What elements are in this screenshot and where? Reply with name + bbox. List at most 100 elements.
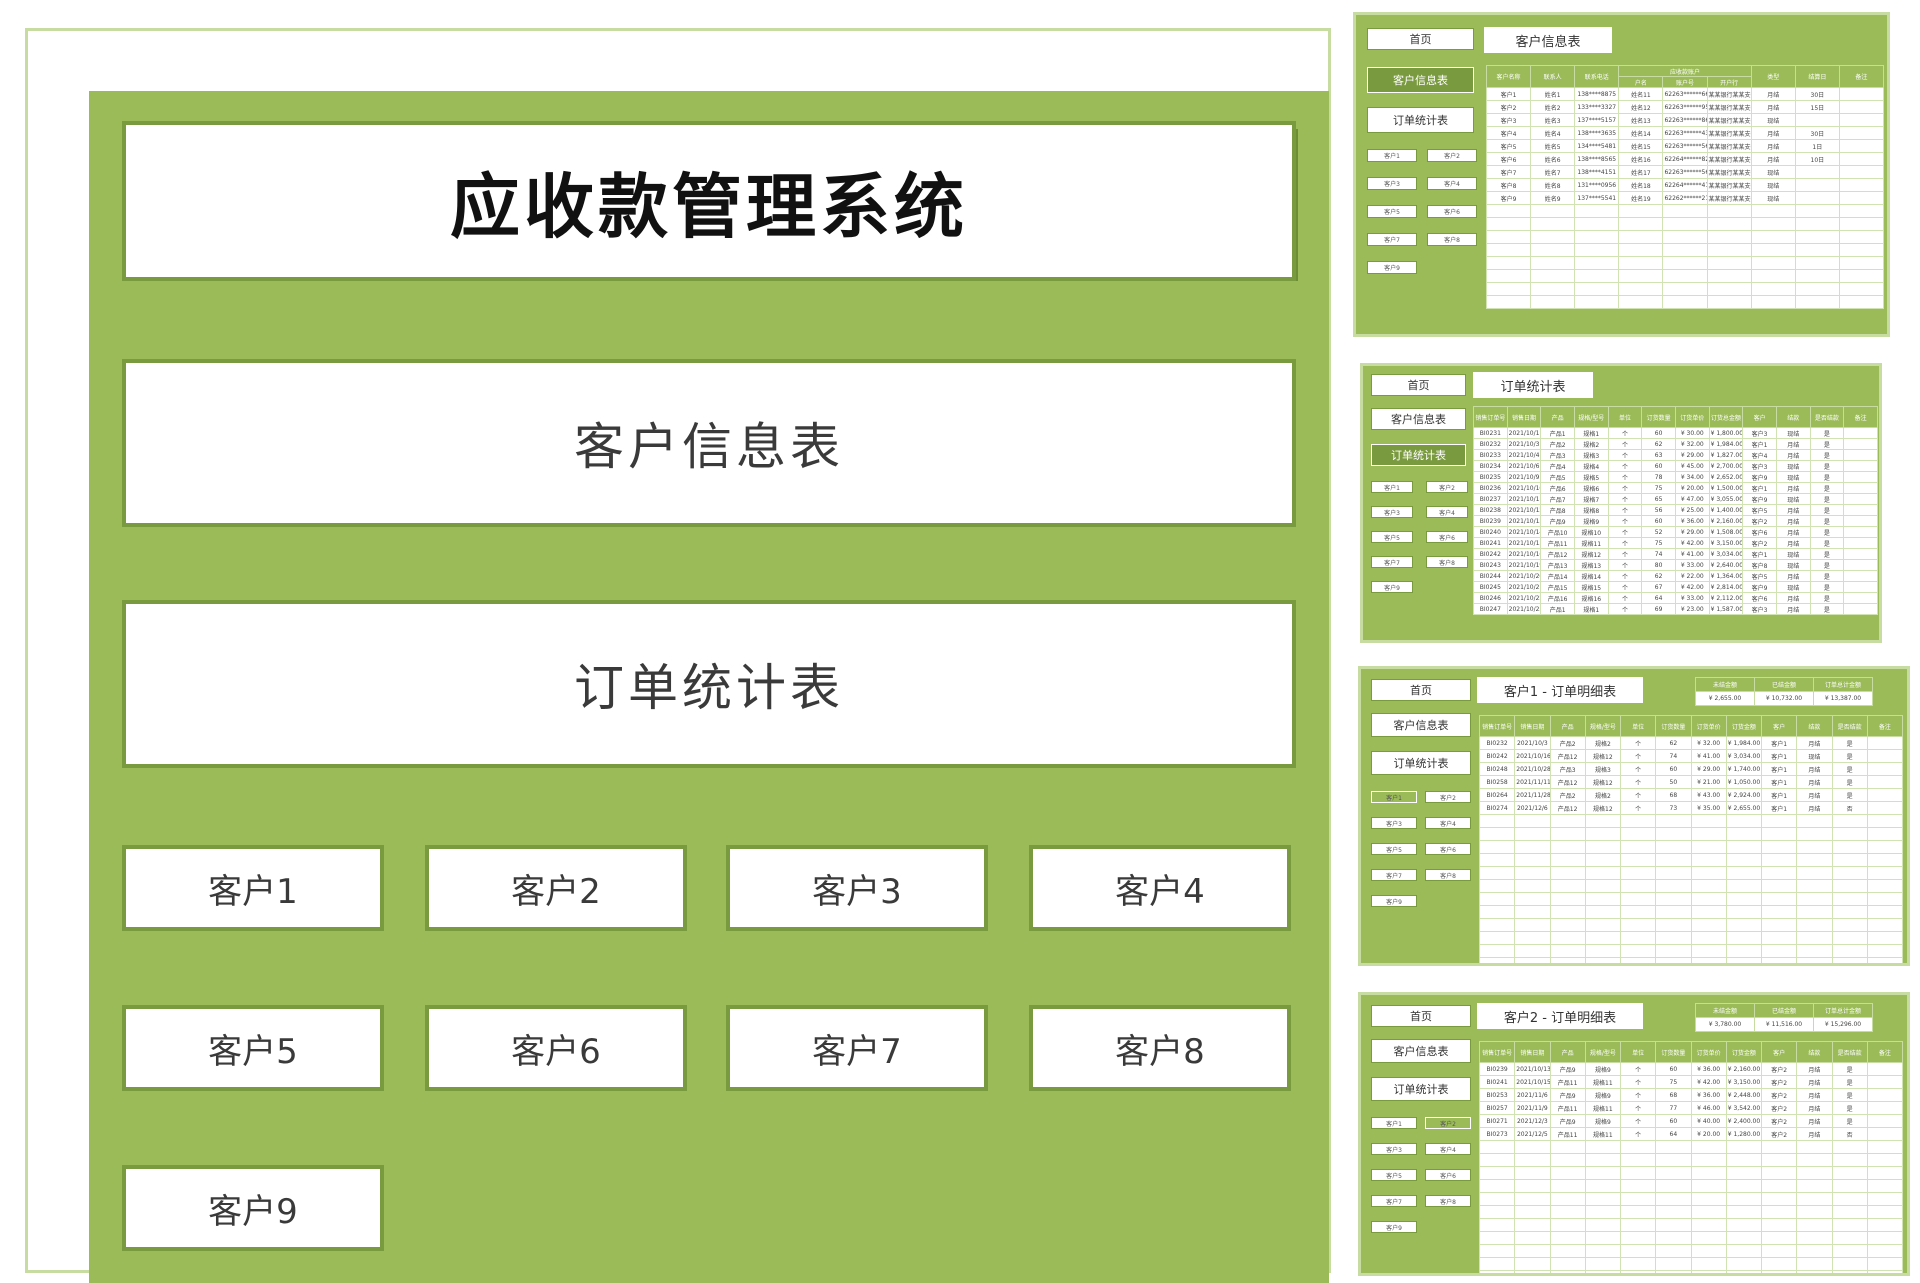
customer-info-button[interactable]: 客户信息表 [122, 359, 1296, 527]
table-cell [1619, 879, 1657, 893]
mini-customer-button[interactable]: 客户8 [1426, 556, 1468, 568]
customer-4-button[interactable]: 客户4 [1029, 845, 1291, 931]
mini-customer-button[interactable]: 客户2 [1426, 481, 1468, 493]
nav-order-stats[interactable]: 订单统计表 [1371, 1077, 1471, 1101]
table-cell: 10日 [1794, 152, 1840, 166]
table-cell: 客户1 [1760, 801, 1798, 815]
customer-5-button[interactable]: 客户5 [122, 1005, 384, 1091]
customer-3-button[interactable]: 客户3 [726, 845, 988, 931]
table-cell [1690, 1153, 1727, 1167]
table-cell: 是 [1809, 427, 1845, 439]
order-stats-button[interactable]: 订单统计表 [122, 600, 1296, 768]
table-cell [1618, 217, 1664, 231]
table-cell: 否 [1831, 801, 1868, 815]
nav-customer-info[interactable]: 客户信息表 [1367, 67, 1474, 93]
table-cell: 是 [1831, 1062, 1868, 1076]
table-row: BI0239 2021/10/13 产品9 规格9 个 60 ¥ 36.00 ¥ 2,160.… [1478, 1062, 1904, 1076]
table-cell [1619, 1218, 1657, 1232]
mini-customer-button[interactable]: 客户2 [1427, 149, 1477, 162]
table-cell: 规格11 [1584, 1127, 1622, 1141]
mini-customer-button[interactable]: 客户1 [1367, 149, 1417, 162]
mini-customer-button[interactable]: 客户6 [1425, 843, 1471, 855]
mini-customer-button[interactable]: 客户3 [1371, 506, 1413, 518]
home-button[interactable]: 首页 [1367, 28, 1474, 50]
mini-customer-button[interactable]: 客户4 [1425, 817, 1471, 829]
mini-customer-button[interactable]: 客户7 [1367, 233, 1417, 246]
nav-order-stats[interactable]: 订单统计表 [1367, 107, 1474, 133]
mini-customer-button[interactable]: 客户9 [1371, 581, 1413, 593]
table-cell: 15日 [1794, 100, 1840, 114]
mini-customer-button[interactable]: 客户2 [1425, 791, 1471, 803]
mini-customer-button[interactable]: 客户7 [1371, 869, 1417, 881]
mini-customer-button[interactable]: 客户5 [1371, 843, 1417, 855]
table-cell: 个 [1607, 482, 1643, 494]
customer-2-button[interactable]: 客户2 [425, 845, 687, 931]
home-button[interactable]: 首页 [1371, 374, 1466, 396]
table-cell: 姓名15 [1618, 139, 1664, 153]
col-header: 户名 [1618, 76, 1664, 88]
mini-customer-button[interactable]: 客户1 [1371, 481, 1413, 493]
mini-customer-button[interactable]: 客户5 [1371, 531, 1413, 543]
nav-customer-info[interactable]: 客户信息表 [1371, 408, 1466, 430]
table-cell: ¥ 40.00 [1690, 1114, 1727, 1128]
customer-7-button[interactable]: 客户7 [726, 1005, 988, 1091]
mini-customer-button[interactable]: 客户3 [1371, 817, 1417, 829]
home-button[interactable]: 首页 [1371, 1005, 1471, 1027]
mini-customer-button[interactable]: 客户2 [1425, 1117, 1471, 1129]
mini-customer-button[interactable]: 客户6 [1426, 531, 1468, 543]
mini-customer-button[interactable]: 客户4 [1425, 1143, 1471, 1155]
home-button[interactable]: 首页 [1371, 679, 1471, 701]
mini-customer-button[interactable]: 客户8 [1425, 869, 1471, 881]
col-header: 产品 [1549, 1041, 1586, 1063]
table-cell: 是 [1809, 603, 1845, 615]
table-cell [1831, 944, 1868, 958]
table-cell [1655, 1218, 1692, 1232]
table-cell: 2021/10/21 [1506, 581, 1542, 593]
table-cell [1690, 814, 1727, 828]
nav-customer-info[interactable]: 客户信息表 [1371, 713, 1471, 737]
table-cell: 个 [1619, 801, 1657, 815]
mini-customer-button[interactable]: 客户9 [1367, 261, 1417, 274]
mini-customer-button[interactable]: 客户3 [1371, 1143, 1417, 1155]
customer-9-button[interactable]: 客户9 [122, 1165, 384, 1251]
mini-customer-button[interactable]: 客户7 [1371, 1195, 1417, 1207]
mini-customer-button[interactable]: 客户9 [1371, 895, 1417, 907]
nav-customer-info[interactable]: 客户信息表 [1371, 1039, 1471, 1063]
mini-customer-button[interactable]: 客户6 [1427, 205, 1477, 218]
nav-order-stats[interactable]: 订单统计表 [1371, 444, 1466, 466]
mini-customer-button[interactable]: 客户8 [1427, 233, 1477, 246]
mini-customer-button[interactable]: 客户4 [1427, 177, 1477, 190]
mini-customer-button[interactable]: 客户3 [1367, 177, 1417, 190]
mini-customer-button[interactable]: 客户4 [1426, 506, 1468, 518]
mini-customer-button[interactable]: 客户1 [1371, 791, 1417, 803]
table-cell [1618, 256, 1664, 270]
table-cell: 2021/11/28 [1514, 788, 1551, 802]
table-cell: ¥ 2,112.00 [1708, 592, 1744, 604]
table-cell [1584, 827, 1622, 841]
customer-1-button[interactable]: 客户1 [122, 845, 384, 931]
mini-customer-button[interactable]: 客户6 [1425, 1169, 1471, 1181]
mini-customer-button[interactable]: 客户9 [1371, 1221, 1417, 1233]
col-header: 客户 [1760, 1041, 1798, 1063]
col-header: 备注 [1866, 715, 1904, 737]
mini-customer-button[interactable]: 客户8 [1425, 1195, 1471, 1207]
table-cell [1655, 1140, 1692, 1154]
table-cell [1584, 905, 1622, 919]
nav-order-stats[interactable]: 订单统计表 [1371, 751, 1471, 775]
mini-customer-button[interactable]: 客户7 [1371, 556, 1413, 568]
table-cell: ¥ 22.00 [1674, 570, 1710, 582]
table-cell [1760, 1192, 1798, 1206]
mini-customer-button[interactable]: 客户5 [1371, 1169, 1417, 1181]
table-cell: 某某银行某某支行3 [1706, 113, 1752, 127]
customer-6-button[interactable]: 客户6 [425, 1005, 687, 1091]
mini-customer-button[interactable]: 客户1 [1371, 1117, 1417, 1129]
mini-customer-button[interactable]: 客户5 [1367, 205, 1417, 218]
table-cell: 客户7 [1485, 165, 1532, 179]
table-cell: 客户2 [1485, 100, 1532, 114]
table-cell: 2021/10/3 [1514, 736, 1551, 750]
col-header: 是否结款 [1809, 406, 1845, 428]
customer-8-button[interactable]: 客户8 [1029, 1005, 1291, 1091]
table-cell [1690, 1231, 1727, 1245]
table-cell: 个 [1607, 449, 1643, 461]
table-cell [1478, 1179, 1516, 1193]
